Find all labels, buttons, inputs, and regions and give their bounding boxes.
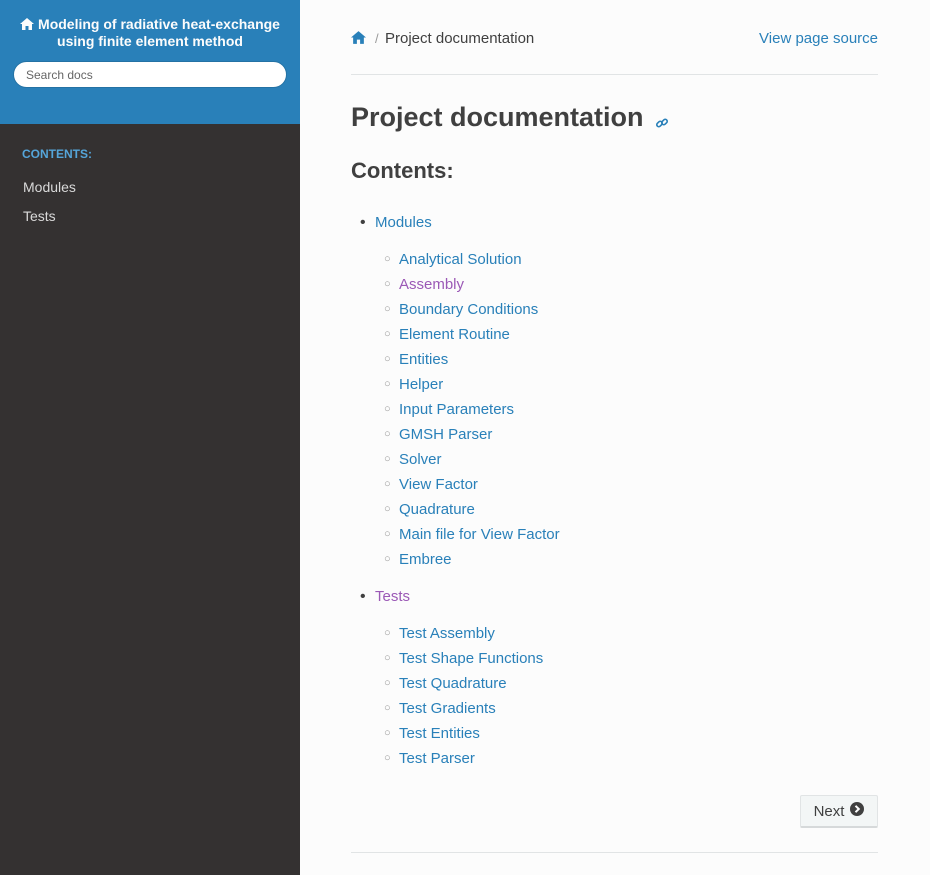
list-item: Test Quadrature [351,671,878,696]
sidebar-header: Modeling of radiative heat-exchange usin… [0,0,300,124]
breadcrumb-current: Project documentation [385,30,535,47]
toc-link[interactable]: Element Routine [399,326,510,343]
main-content: / Project documentation View page source… [351,0,878,853]
toc-link-tests[interactable]: Tests [375,588,410,605]
toc-list: Modules Analytical Solution Assembly Bou… [351,210,878,783]
toc-link[interactable]: Boundary Conditions [399,301,538,318]
toc-item-modules: Modules Analytical Solution Assembly Bou… [351,210,878,572]
list-item: Test Gradients [351,696,878,721]
toc-link[interactable]: Test Entities [399,725,480,742]
list-item: Analytical Solution [351,247,878,272]
toc-link[interactable]: Assembly [399,276,464,293]
toc-item-tests: Tests Test Assembly Test Shape Functions… [351,584,878,771]
list-item: Test Assembly [351,621,878,646]
toc-link-modules[interactable]: Modules [375,214,432,231]
list-item: Boundary Conditions [351,297,878,322]
list-item: Entities [351,347,878,372]
toc-link[interactable]: Analytical Solution [399,251,522,268]
list-item: View Factor [351,472,878,497]
toc-link[interactable]: Test Assembly [399,625,495,642]
arrow-circle-right-icon [850,802,865,820]
toc-link[interactable]: Test Shape Functions [399,650,543,667]
list-item: Test Shape Functions [351,646,878,671]
list-item: Assembly [351,272,878,297]
toc-sublist-modules: Analytical Solution Assembly Boundary Co… [375,247,878,572]
project-title: Modeling of radiative heat-exchange usin… [38,16,280,49]
toc-link[interactable]: Input Parameters [399,401,514,418]
toc-link[interactable]: Test Parser [399,750,475,767]
toc-link[interactable]: View Factor [399,476,478,493]
toc-link[interactable]: Main file for View Factor [399,526,560,543]
list-item: Quadrature [351,497,878,522]
list-item: Input Parameters [351,397,878,422]
toc-link[interactable]: Test Quadrature [399,675,507,692]
search-form [12,61,288,88]
list-item: Test Parser [351,746,878,771]
view-source-link[interactable]: View page source [759,30,878,47]
footer-divider [351,852,878,853]
list-item: Solver [351,447,878,472]
sidebar-nav: Modules Tests [0,173,300,231]
list-item: GMSH Parser [351,422,878,447]
contents-heading: Contents: [351,158,454,183]
toc-link[interactable]: Embree [399,551,452,568]
home-icon [20,17,35,33]
link-icon[interactable] [655,106,669,137]
sidebar-item-modules[interactable]: Modules [0,173,300,202]
project-title-link[interactable]: Modeling of radiative heat-exchange usin… [12,16,288,49]
next-button[interactable]: Next [800,795,878,828]
search-input[interactable] [13,61,287,88]
toc-link[interactable]: Solver [399,451,442,468]
toc-link[interactable]: Helper [399,376,443,393]
page-title-text: Project documentation [351,102,644,132]
page-title: Project documentation [351,102,669,137]
sidebar: Modeling of radiative heat-exchange usin… [0,0,300,875]
toc-link[interactable]: Test Gradients [399,700,496,717]
sidebar-item-tests[interactable]: Tests [0,202,300,231]
next-button-label: Next [813,802,845,820]
sidebar-caption: CONTENTS: [22,147,92,161]
toc-sublist-tests: Test Assembly Test Shape Functions Test … [375,621,878,771]
list-item: Element Routine [351,322,878,347]
list-item: Embree [351,547,878,572]
list-item: Test Entities [351,721,878,746]
breadcrumb: / Project documentation View page source [351,0,878,75]
toc-link[interactable]: Quadrature [399,501,475,518]
list-item: Main file for View Factor [351,522,878,547]
home-icon[interactable] [351,31,366,48]
breadcrumb-separator: / [375,31,379,46]
list-item: Helper [351,372,878,397]
toc-link[interactable]: GMSH Parser [399,426,492,443]
toc-link[interactable]: Entities [399,351,448,368]
